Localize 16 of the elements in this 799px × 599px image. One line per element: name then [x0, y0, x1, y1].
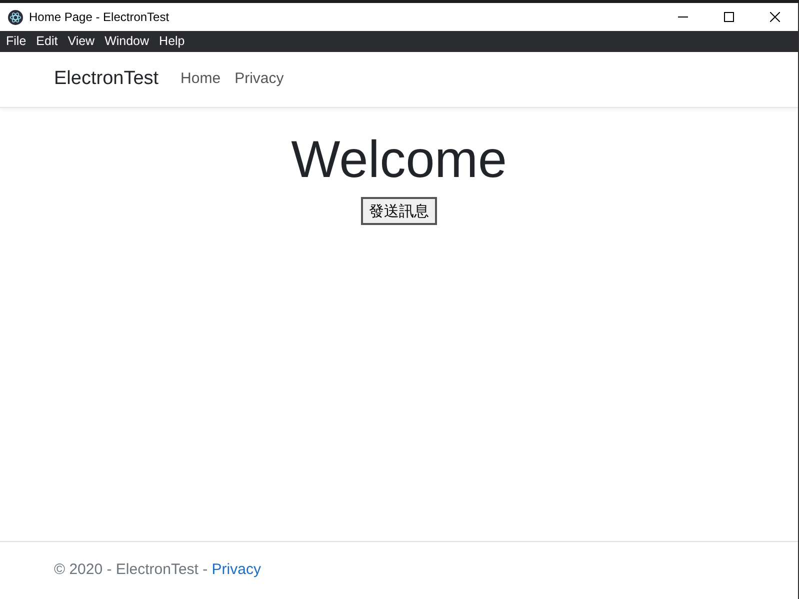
app-logo-icon: [8, 10, 23, 24]
brand-link[interactable]: ElectronTest: [54, 65, 159, 94]
nav-link[interactable]: Home: [180, 68, 221, 91]
menu-item[interactable]: View: [62, 32, 100, 51]
menu-item[interactable]: Help: [154, 32, 190, 51]
welcome-heading: Welcome: [291, 132, 507, 190]
nav-link[interactable]: Privacy: [234, 68, 284, 91]
window-title: Home Page - ElectronTest: [29, 9, 170, 26]
maximize-icon: [724, 12, 734, 22]
privacy-link[interactable]: Privacy: [212, 561, 261, 578]
menu-item[interactable]: Window: [100, 32, 154, 51]
footer-text: © 2020 - ElectronTest - Privacy: [54, 560, 261, 580]
send-message-button[interactable]: 發送訊息: [361, 197, 437, 226]
close-icon: [770, 12, 780, 22]
menu-item[interactable]: Edit: [31, 32, 63, 51]
menu-item[interactable]: File: [1, 32, 32, 51]
